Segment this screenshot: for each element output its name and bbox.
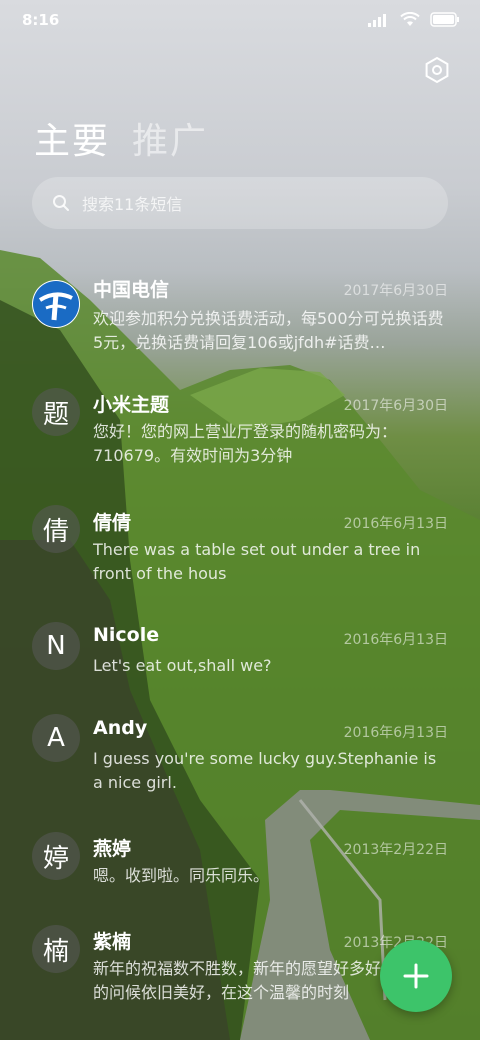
search-icon bbox=[53, 195, 69, 211]
plus-icon bbox=[403, 963, 429, 989]
status-icons bbox=[368, 12, 460, 27]
compose-button[interactable] bbox=[380, 940, 452, 1012]
tab-bar: 主要 推广 bbox=[34, 112, 208, 164]
avatar: 题 bbox=[32, 388, 80, 436]
message-preview: 您好！您的网上营业厅登录的随机密码为：710679。有效时间为3分钟 bbox=[93, 422, 398, 465]
message-date: 2017年6月30日 bbox=[343, 283, 448, 299]
sender-name: 紫楠 bbox=[93, 931, 132, 953]
message-date: 2016年6月13日 bbox=[343, 632, 448, 648]
tab-primary[interactable]: 主要 bbox=[34, 112, 110, 164]
avatar: 倩 bbox=[32, 505, 80, 553]
sender-name: 倩倩 bbox=[93, 512, 132, 534]
sender-name: 中国电信 bbox=[93, 279, 170, 301]
message-preview: 欢迎参加积分兑换话费活动，每500分可兑换话费5元，兑换话费请回复106或jfd… bbox=[93, 309, 444, 352]
wifi-icon bbox=[400, 12, 420, 26]
search-bar[interactable]: 搜索11条短信 bbox=[32, 177, 448, 229]
avatar: N bbox=[32, 622, 80, 670]
avatar bbox=[32, 280, 80, 328]
sender-name: Nicole bbox=[93, 624, 160, 646]
tab-promotions[interactable]: 推广 bbox=[132, 112, 208, 164]
message-date: 2016年6月13日 bbox=[343, 516, 448, 532]
sender-name: 燕婷 bbox=[93, 838, 132, 860]
message-date: 2013年2月22日 bbox=[343, 842, 448, 858]
message-preview: Let's eat out,shall we? bbox=[93, 656, 272, 675]
search-placeholder: 搜索11条短信 bbox=[82, 195, 183, 214]
settings-icon bbox=[425, 56, 449, 84]
china-telecom-logo-icon bbox=[33, 281, 79, 327]
signal-icon bbox=[368, 13, 386, 27]
status-bar: 8:16 bbox=[0, 0, 480, 40]
message-date: 2017年6月30日 bbox=[343, 398, 448, 414]
message-date: 2016年6月13日 bbox=[343, 725, 448, 741]
sender-name: Andy bbox=[93, 717, 148, 739]
avatar: A bbox=[32, 714, 80, 762]
sender-name: 小米主题 bbox=[93, 394, 170, 416]
status-time: 8:16 bbox=[22, 11, 60, 29]
battery-icon bbox=[430, 12, 459, 27]
settings-button[interactable] bbox=[422, 55, 452, 85]
avatar: 楠 bbox=[32, 925, 80, 973]
message-preview: There was a table set out under a tree i… bbox=[93, 540, 421, 583]
message-preview: I guess you're some lucky guy.Stephanie … bbox=[93, 749, 437, 792]
message-preview: 嗯。收到啦。同乐同乐。 bbox=[93, 866, 270, 885]
avatar: 婷 bbox=[32, 832, 80, 880]
